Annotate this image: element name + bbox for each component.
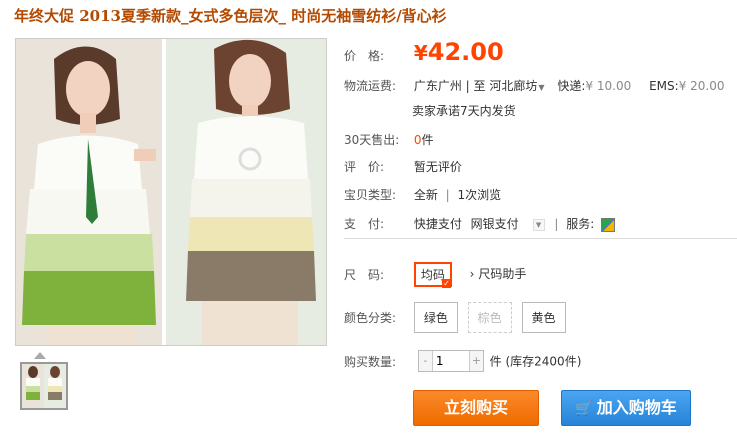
thumbnail-image[interactable] — [20, 362, 68, 410]
quantity-stepper: - + — [417, 350, 484, 372]
size-option-selected[interactable]: 均码 — [413, 262, 452, 288]
product-title: 年终大促 2013夏季新款_女式多色层次_ 时尚无袖雪纺衫/背心衫 — [14, 7, 447, 25]
color-row: 颜色分类: 绿色 棕色 黄色 — [344, 302, 572, 333]
review-label: 评 价: — [344, 160, 385, 174]
condition-value: 全新 — [413, 188, 438, 202]
shipping-origin: 广东广州 — [413, 79, 462, 93]
cart-icon: 🛒 — [575, 401, 593, 417]
color-option-brown[interactable]: 棕色 — [467, 302, 512, 333]
service-badge-icon[interactable] — [601, 217, 616, 232]
ems-price: ¥ 20.00 — [678, 79, 725, 93]
express-label: 快递: — [557, 79, 586, 93]
main-product-image[interactable] — [15, 38, 327, 346]
payment-more-icon[interactable]: ▼ — [532, 218, 545, 231]
payment-row: 支 付: 快捷支付 网银支付 ▼ | 服务: — [344, 215, 616, 232]
review-value[interactable]: 暂无评价 — [414, 160, 462, 174]
thumbnail-strip — [15, 352, 75, 412]
quantity-decrease-button[interactable]: - — [418, 351, 433, 371]
shipping-separator: | — [465, 79, 470, 93]
quantity-input[interactable] — [433, 351, 470, 371]
chevron-down-icon: ▼ — [538, 83, 545, 92]
shipping-destination-select[interactable]: 河北廊坊▼ — [489, 79, 551, 93]
view-count: 1次浏览 — [457, 188, 502, 202]
ems-label: EMS: — [649, 79, 679, 93]
sales-label: 30天售出: — [344, 133, 400, 147]
sales-row: 30天售出: 0件 — [344, 131, 433, 148]
color-option-yellow[interactable]: 黄色 — [521, 302, 566, 333]
condition-separator: | — [445, 188, 450, 202]
payment-label: 支 付: — [344, 217, 385, 231]
divider — [344, 238, 737, 239]
quantity-increase-button[interactable]: + — [468, 351, 483, 371]
condition-row: 宝贝类型: 全新 | 1次浏览 — [344, 186, 501, 203]
buy-now-button[interactable]: 立刻购买 — [413, 390, 539, 426]
sales-unit: 件 — [421, 133, 434, 147]
size-label: 尺 码: — [344, 268, 385, 282]
payment-method-quick: 快捷支付 — [413, 217, 462, 231]
express-price: ¥ 10.00 — [585, 79, 632, 93]
shipping-to-word: 至 — [473, 79, 486, 93]
shipping-row: 物流运费: 广东广州 | 至 河北廊坊▼ 快递:¥ 10.00 EMS:¥ 20… — [344, 77, 725, 94]
price-currency: ¥ — [413, 41, 428, 65]
price-row: 价 格: ¥42.00 — [344, 38, 504, 66]
quantity-row: 购买数量: - + 件 (库存2400件) — [344, 350, 581, 372]
delivery-promise: 卖家承诺7天内发货 — [412, 104, 516, 118]
add-to-cart-button[interactable]: 🛒 加入购物车 — [561, 390, 691, 426]
size-helper-label: 尺码助手 — [478, 267, 527, 281]
size-row: 尺 码: 均码 › 尺码助手 — [344, 262, 527, 288]
price-label: 价 格: — [344, 49, 385, 63]
chevron-right-icon: › — [469, 267, 475, 281]
stock-text: 件 (库存2400件) — [489, 354, 582, 369]
shipping-destination: 河北廊坊 — [489, 79, 538, 93]
color-option-green[interactable]: 绿色 — [413, 302, 458, 333]
review-row: 评 价: 暂无评价 — [344, 158, 462, 175]
size-helper-link[interactable]: › 尺码助手 — [470, 267, 527, 281]
quantity-label: 购买数量: — [344, 354, 397, 369]
payment-method-bank: 网银支付 — [470, 217, 519, 231]
service-label: 服务: — [566, 217, 595, 231]
price-value: 42.00 — [427, 38, 504, 66]
thumbnail-pointer-icon — [34, 352, 46, 359]
shipping-label: 物流运费: — [344, 79, 397, 93]
condition-label: 宝贝类型: — [344, 188, 397, 202]
color-label: 颜色分类: — [344, 311, 397, 325]
add-to-cart-label: 加入购物车 — [596, 398, 677, 417]
